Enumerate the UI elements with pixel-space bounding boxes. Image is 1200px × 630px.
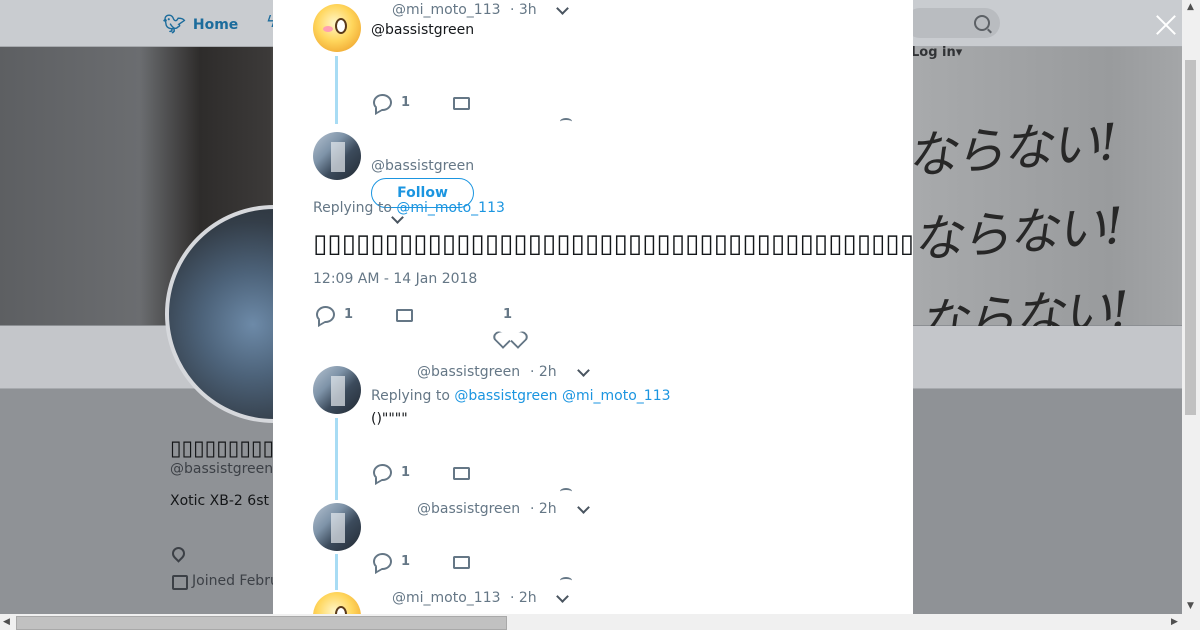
reply-count: 1 [401,554,411,569]
replying-to: Replying to @mi_moto_113 [313,200,505,216]
tweet-handle[interactable]: @bassistgreen [417,364,520,380]
nav-home-label: Home [192,16,239,33]
like-count: 1 [503,307,513,322]
search-input[interactable] [905,8,1000,38]
avatar[interactable] [313,503,361,551]
scroll-up-arrow-icon[interactable]: ▲ [1187,2,1194,12]
profile-bio: Xotic XB-2 6st [170,493,269,509]
heart-icon[interactable] [560,577,572,584]
twitter-bird-icon: 🐦︎ [163,14,186,35]
horizontal-scroll-thumb[interactable] [16,616,507,630]
chevron-down-icon[interactable] [577,364,590,377]
thread-line [335,56,338,124]
tweet-timestamp[interactable]: 12:09 AM - 14 Jan 2018 [313,271,477,287]
tweet-handle[interactable]: @bassistgreen [371,158,474,174]
chevron-down-icon[interactable] [577,501,590,514]
retweet-icon[interactable] [453,554,470,569]
replying-label: Replying to [313,200,392,216]
scroll-left-arrow-icon[interactable]: ◀ [3,617,10,627]
avatar[interactable] [313,592,361,614]
scroll-down-arrow-icon[interactable]: ▼ [1187,601,1194,611]
tweet-text[interactable]: @bassistgreen [371,22,474,38]
reply-icon[interactable] [316,306,335,323]
tweet-modal: @mi_moto_113 · 3h @bassistgreen 1 @bassi… [273,0,913,614]
nav-home[interactable]: 🐦︎ Home [163,14,238,35]
reply-count: 1 [401,465,411,480]
login-dropdown[interactable]: Log in▾ [911,45,962,60]
retweet-icon[interactable] [453,95,470,110]
profile-handle: @bassistgreen [170,461,274,477]
search-icon [974,15,990,31]
tweet-time[interactable]: · 2h [510,590,537,606]
heart-icon[interactable] [560,118,572,125]
profile-name: ▯▯▯▯▯▯▯▯▯▯ [170,436,286,460]
thread-line [335,418,338,500]
tweet-handle[interactable]: @bassistgreen [417,501,520,517]
login-label: Log in [911,45,956,60]
retweet-icon[interactable] [453,465,470,480]
avatar[interactable] [313,4,361,52]
profile-joined: Joined Febru [192,573,279,589]
heart-icon[interactable] [560,488,572,495]
avatar[interactable] [313,132,361,180]
calendar-icon [172,575,188,590]
reply-count: 1 [401,95,411,110]
mention-link[interactable]: @mi_moto_113 [562,388,671,404]
tweet-handle[interactable]: @mi_moto_113 [392,2,501,18]
retweet-icon[interactable] [396,307,413,322]
reply-icon[interactable] [373,553,392,570]
vertical-scroll-thumb[interactable] [1185,60,1196,415]
replying-label: Replying to [371,388,450,404]
reply-count: 1 [344,307,354,322]
avatar[interactable] [313,366,361,414]
mention-link[interactable]: @mi_moto_113 [396,200,505,216]
close-icon[interactable] [1154,13,1178,37]
heart-icon[interactable] [501,332,517,346]
chevron-down-icon[interactable] [556,2,569,15]
chevron-down-icon[interactable] [556,590,569,603]
reply-icon[interactable] [373,94,392,111]
mention-link[interactable]: @bassistgreen [454,388,557,404]
tweet-handle[interactable]: @mi_moto_113 [392,590,501,606]
scroll-right-arrow-icon[interactable]: ▶ [1171,617,1178,627]
tweet-time[interactable]: · 2h [530,501,557,517]
reply-icon[interactable] [373,464,392,481]
tweet-time[interactable]: · 3h [510,2,537,18]
thread-line [335,554,338,590]
tweet-text[interactable]: ()"""" [371,411,408,427]
replying-to: Replying to @bassistgreen @mi_moto_113 [371,388,671,404]
tweet-text: ▯▯▯▯▯▯▯▯▯▯▯▯▯▯▯▯▯▯▯▯▯▯▯▯▯▯▯▯▯▯▯▯▯▯▯▯▯▯▯▯… [313,229,913,259]
tweet-time[interactable]: · 2h [530,364,557,380]
